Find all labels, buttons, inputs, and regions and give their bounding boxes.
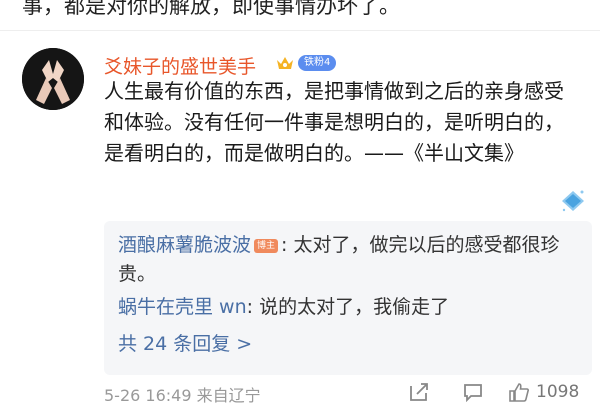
comment-body: 人生最有价值的东西，是把事情做到之后的亲身感受和体验。没有任何一件事是想明白的，… xyxy=(104,79,564,165)
like-icon[interactable] xyxy=(508,382,530,402)
crown-icon xyxy=(277,57,293,69)
comment-username[interactable]: 爻妹子的盛世美手 xyxy=(104,52,256,79)
previous-comment-text: 事，都是对你的解放，即使事情办坏了。 xyxy=(22,0,400,18)
reply-box: 酒酿麻薯脆波波 博主: 太对了，做完以后的感受都很珍贵。 蜗牛在壳里 wn: 说的… xyxy=(104,221,592,375)
comment-timestamp: 5-26 16:49 来自辽宁 xyxy=(104,386,261,405)
reply-text: : 说的太对了，我偷走了 xyxy=(246,296,450,318)
divider xyxy=(0,30,600,31)
more-replies-link[interactable]: 共 24 条回复 > xyxy=(118,329,252,356)
share-icon[interactable] xyxy=(408,382,430,402)
avatar[interactable] xyxy=(22,48,84,110)
comment-icon[interactable] xyxy=(462,382,484,402)
reply-item: 蜗牛在壳里 wn: 说的太对了，我偷走了 xyxy=(118,293,578,322)
user-badges: 铁粉4 xyxy=(276,55,337,71)
fan-badge: 铁粉4 xyxy=(298,55,337,71)
comment-footer: 5-26 16:49 来自辽宁 1098 xyxy=(0,382,600,406)
reply-item: 酒酿麻薯脆波波 博主: 太对了，做完以后的感受都很珍贵。 xyxy=(118,231,578,289)
diamond-like-icon[interactable] xyxy=(558,186,588,216)
reply-author-name[interactable]: 酒酿麻薯脆波波 xyxy=(118,234,251,256)
avatar-hands-image xyxy=(22,48,84,110)
reply-author-name[interactable]: 蜗牛在壳里 wn xyxy=(118,296,247,318)
like-count: 1098 xyxy=(536,382,580,402)
blogger-badge: 博主 xyxy=(254,239,279,253)
